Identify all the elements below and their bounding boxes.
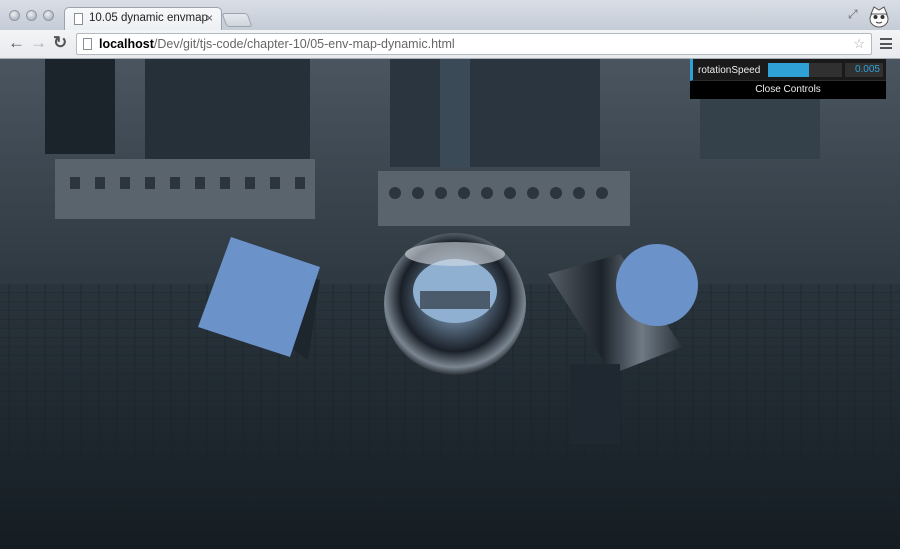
window-pane <box>45 59 115 154</box>
browser-titlebar: 10.05 dynamic envmap × ⤢ <box>0 0 900 31</box>
webgl-viewport[interactable] <box>0 59 900 549</box>
window-pane <box>390 59 600 167</box>
new-tab-button[interactable] <box>221 13 253 27</box>
controls-panel: rotationSpeed 0.005 Close Controls <box>690 59 886 99</box>
address-bar[interactable]: localhost/Dev/git/tjs-code/chapter-10/05… <box>76 33 872 55</box>
browser-toolbar: ← → ↻ localhost/Dev/git/tjs-code/chapter… <box>0 30 900 59</box>
rotation-speed-value-input[interactable]: 0.005 <box>845 63 883 77</box>
window-pane <box>145 59 310 159</box>
forward-arrow-icon[interactable]: → <box>30 33 47 53</box>
url-text[interactable]: localhost/Dev/git/tjs-code/chapter-10/05… <box>99 37 455 51</box>
back-arrow-icon[interactable]: ← <box>8 33 25 53</box>
incognito-profile-icon[interactable] <box>866 3 892 29</box>
scene-canvas <box>0 59 900 549</box>
document-icon <box>83 38 92 50</box>
browser-tab[interactable]: 10.05 dynamic envmap × <box>64 7 222 31</box>
expand-icon[interactable]: ⤢ <box>848 7 858 22</box>
reload-icon[interactable]: ↻ <box>53 33 67 53</box>
hamburger-menu-icon[interactable] <box>880 38 892 49</box>
close-controls-button[interactable]: Close Controls <box>690 81 886 99</box>
rotation-speed-slider-fill <box>768 63 809 77</box>
cylinder-end-cap <box>616 244 698 326</box>
tab-close-icon[interactable]: × <box>206 11 213 25</box>
star-icon[interactable]: ☆ <box>853 36 865 52</box>
mirror-sphere <box>384 233 526 375</box>
tab-title: 10.05 dynamic envmap <box>89 12 208 24</box>
close-window-button[interactable] <box>9 10 20 21</box>
wall-panel <box>700 99 820 159</box>
rotation-speed-control: rotationSpeed 0.005 <box>690 59 886 81</box>
minimize-window-button[interactable] <box>26 10 37 21</box>
url-host: localhost <box>99 37 154 51</box>
document-icon <box>74 13 83 25</box>
zoom-window-button[interactable] <box>43 10 54 21</box>
window-reflection <box>440 59 470 167</box>
rotation-speed-slider[interactable] <box>768 63 842 77</box>
rotation-speed-label: rotationSpeed <box>698 65 761 76</box>
url-path: /Dev/git/tjs-code/chapter-10/05-env-map-… <box>153 37 455 51</box>
